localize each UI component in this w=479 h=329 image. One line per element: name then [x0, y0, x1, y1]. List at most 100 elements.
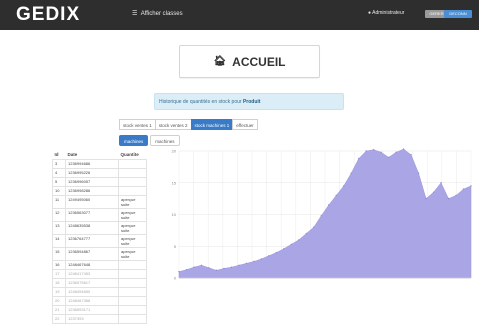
tab-stock-ventes-2[interactable]: stock ventes 2	[154, 119, 192, 130]
table-row[interactable]: 11 1249495060 aperçue suite	[52, 195, 147, 209]
user-menu[interactable]: ● Administrateur	[368, 10, 404, 16]
top-navbar: GEDIX ☰ Afficher classes ● Administrateu…	[0, 0, 479, 30]
table-row[interactable]: 22 1237393	[52, 314, 147, 324]
data-point	[447, 197, 450, 200]
row-quantity-cell: aperçue suite	[118, 208, 147, 222]
table-row[interactable]: 15 1236594867 aperçue suite	[52, 247, 147, 261]
row-date-cell: 1236995226	[65, 168, 119, 178]
page-title-box: 🏠︎ ACCUEIL	[179, 45, 320, 78]
table-row[interactable]: 5 1236996057	[52, 177, 147, 187]
data-point	[402, 148, 405, 150]
row-quantity-cell	[118, 159, 147, 169]
row-date-cell: 1236764777	[65, 234, 119, 248]
data-point	[387, 156, 390, 159]
tab-stock-ventes-1[interactable]: stock ventes 1	[119, 119, 156, 130]
row-id-cell: 19	[52, 287, 66, 297]
page-title: ACCUEIL	[232, 54, 286, 69]
nav-link-classes[interactable]: ☰ Afficher classes	[132, 10, 183, 17]
row-date-cell: 1248467648	[65, 260, 119, 270]
row-quantity-cell	[118, 269, 147, 279]
row-quantity-cell	[118, 177, 147, 187]
data-point	[425, 197, 427, 200]
logout-button[interactable]: DECONN	[444, 10, 472, 18]
y-tick-label: 20	[172, 149, 177, 154]
data-point	[328, 204, 330, 206]
table-row[interactable]: 3 1236994686	[52, 159, 147, 169]
col-header-id: Id	[54, 152, 59, 157]
row-id-cell: 21	[52, 305, 66, 315]
row-quantity-cell: aperçue suite	[118, 234, 147, 248]
data-point	[320, 215, 322, 217]
data-point	[260, 258, 263, 260]
row-id-cell: 13	[52, 221, 66, 235]
data-point	[432, 191, 435, 193]
row-date-cell: 1236994686	[65, 159, 119, 169]
data-point	[395, 151, 397, 153]
data-point	[208, 267, 210, 269]
data-point	[343, 185, 345, 187]
row-quantity-cell	[118, 314, 147, 324]
data-point	[305, 232, 307, 235]
row-date-cell: 1236575617	[65, 278, 119, 288]
data-point	[200, 264, 203, 266]
row-id-cell: 16	[52, 260, 66, 270]
data-point	[185, 269, 188, 271]
row-quantity-cell	[118, 186, 147, 196]
table-row[interactable]: 20 1248467366	[52, 296, 147, 306]
data-point	[215, 269, 218, 272]
history-table: Id Date Quantite 3 1236994686 4 1236995226 5…	[52, 150, 147, 324]
row-quantity-cell: aperçue suite	[118, 195, 147, 209]
row-id-cell: 18	[52, 278, 66, 288]
tab-stock-machines-1[interactable]: stock machines 1	[190, 119, 234, 130]
row-id-cell: 17	[52, 269, 66, 279]
row-id-cell: 14	[52, 234, 66, 248]
row-date-cell: 1236594867	[65, 247, 119, 261]
table-row[interactable]: 16 1248467648	[52, 260, 147, 270]
row-quantity-cell	[118, 168, 147, 178]
row-id-cell: 20	[52, 296, 66, 306]
col-header-quantity: Quantite	[120, 152, 139, 157]
table-row[interactable]: 17 1248417453	[52, 269, 147, 279]
app-logo[interactable]: GEDIX	[16, 4, 80, 26]
sub-tabs: machines machines	[119, 135, 182, 146]
alert-product: Produit	[242, 99, 261, 105]
table-row[interactable]: 21 1236593171	[52, 305, 147, 315]
data-point	[455, 194, 457, 197]
row-id-cell: 3	[52, 159, 66, 169]
row-date-cell: 1248494650	[65, 287, 119, 297]
y-tick-label: 15	[172, 180, 177, 185]
row-quantity-cell	[118, 260, 147, 270]
tab-effectuer[interactable]: effectuer	[232, 119, 258, 130]
data-point	[470, 185, 472, 187]
home-icon: 🏠︎	[213, 56, 227, 67]
subtab-machines-2[interactable]: machines	[150, 135, 180, 146]
data-point	[290, 243, 293, 246]
table-row[interactable]: 19 1248494650	[52, 287, 147, 297]
table-row[interactable]: 10 1236998286	[52, 186, 147, 196]
subtab-machines-1[interactable]: machines	[119, 135, 149, 146]
row-date-cell: 1236563077	[65, 208, 119, 222]
data-point	[230, 266, 233, 268]
data-point	[245, 262, 248, 265]
row-date-cell: 1236593171	[65, 305, 119, 315]
data-point	[193, 266, 195, 268]
table-row[interactable]: 14 1236764777 aperçue suite	[52, 234, 147, 248]
table-row[interactable]: 13 1248635538 aperçue suite	[52, 221, 147, 235]
row-quantity-cell	[118, 287, 147, 297]
row-id-cell: 11	[52, 195, 66, 209]
row-date-cell: 1237393	[65, 314, 119, 324]
stock-tabs: stock ventes 1 stock ventes 2 stock mach…	[119, 119, 258, 130]
user-name: Administrateur	[372, 10, 405, 16]
row-quantity-cell: aperçue suite	[118, 221, 147, 235]
table-row[interactable]: 18 1236575617	[52, 278, 147, 288]
table-row[interactable]: 12 1236563077 aperçue suite	[52, 208, 147, 222]
table-row[interactable]: 4 1236995226	[52, 168, 147, 178]
user-icon: ●	[368, 10, 372, 16]
data-point	[253, 260, 255, 263]
y-tick-label: 5	[174, 244, 177, 249]
row-id-cell: 5	[52, 177, 66, 187]
alert-text: Historique de quantités en stock pour	[159, 99, 243, 105]
data-point	[275, 251, 278, 254]
data-point	[365, 150, 367, 152]
row-date-cell: 1248635538	[65, 221, 119, 235]
